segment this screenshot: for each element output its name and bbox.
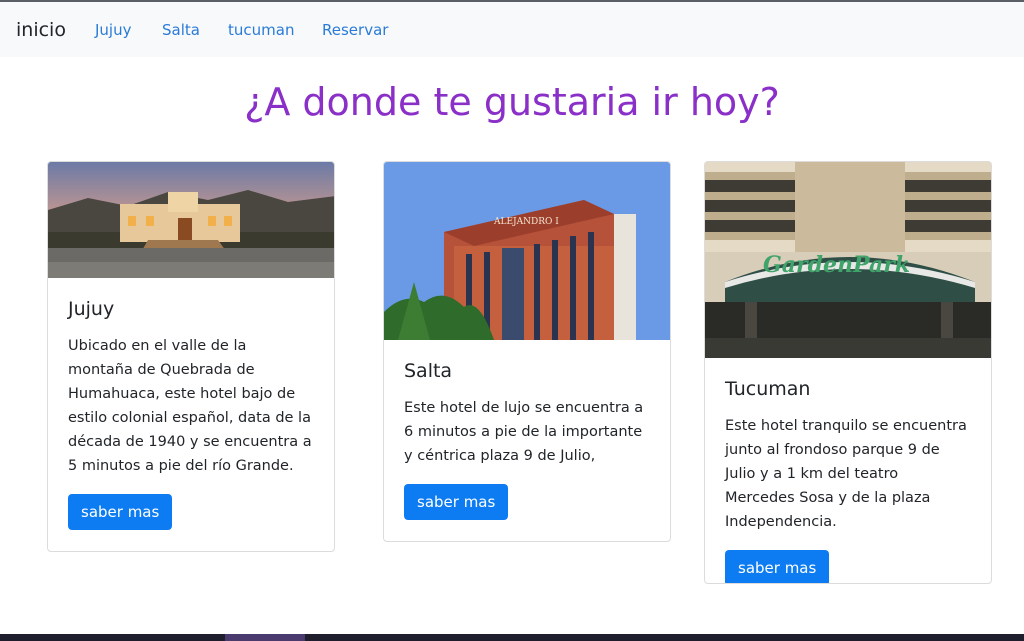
navbar: inicio Jujuy Salta tucuman Reservar: [0, 2, 1024, 57]
taskbar-strip: [0, 634, 1024, 641]
nav-link-reservar[interactable]: Reservar: [322, 21, 388, 39]
nav-link-tucuman[interactable]: tucuman: [228, 21, 294, 39]
card-title: Tucuman: [725, 378, 811, 400]
hotel-image-jujuy: [48, 162, 334, 278]
card-text: Este hotel de lujo se encuentra a 6 minu…: [404, 400, 644, 464]
page-heading: ¿A donde te gustaria ir hoy?: [244, 80, 780, 124]
hotel-image-tucuman: GardenPark: [705, 162, 991, 358]
taskbar-segment: [225, 634, 305, 641]
saber-mas-button-jujuy[interactable]: saber mas: [68, 494, 173, 530]
sign-alejandro: ALEJANDRO I: [493, 217, 559, 227]
saber-mas-button-salta[interactable]: saber mas: [404, 484, 509, 520]
card-jujuy: Jujuy Ubicado en el valle de la montaña …: [47, 161, 335, 552]
nav-link-salta[interactable]: Salta: [162, 21, 200, 39]
saber-mas-button-tucuman[interactable]: saber mas: [725, 550, 830, 583]
card-salta: ALEJANDRO I Salta Este hotel de lujo se …: [383, 161, 671, 542]
card-title: Salta: [404, 360, 453, 382]
card-title: Jujuy: [68, 298, 115, 320]
sign-gardenpark: GardenPark: [763, 252, 910, 278]
card-text: Este hotel tranquilo se encuentra junto …: [725, 418, 967, 530]
hotel-image-salta: ALEJANDRO I: [384, 162, 670, 340]
card-text: Ubicado en el valle de la montaña de Que…: [68, 338, 312, 474]
nav-brand-inicio[interactable]: inicio: [16, 19, 66, 41]
nav-link-jujuy[interactable]: Jujuy: [95, 21, 131, 39]
card-tucuman: GardenPark Tucuman Este hotel tranquilo …: [704, 161, 992, 584]
